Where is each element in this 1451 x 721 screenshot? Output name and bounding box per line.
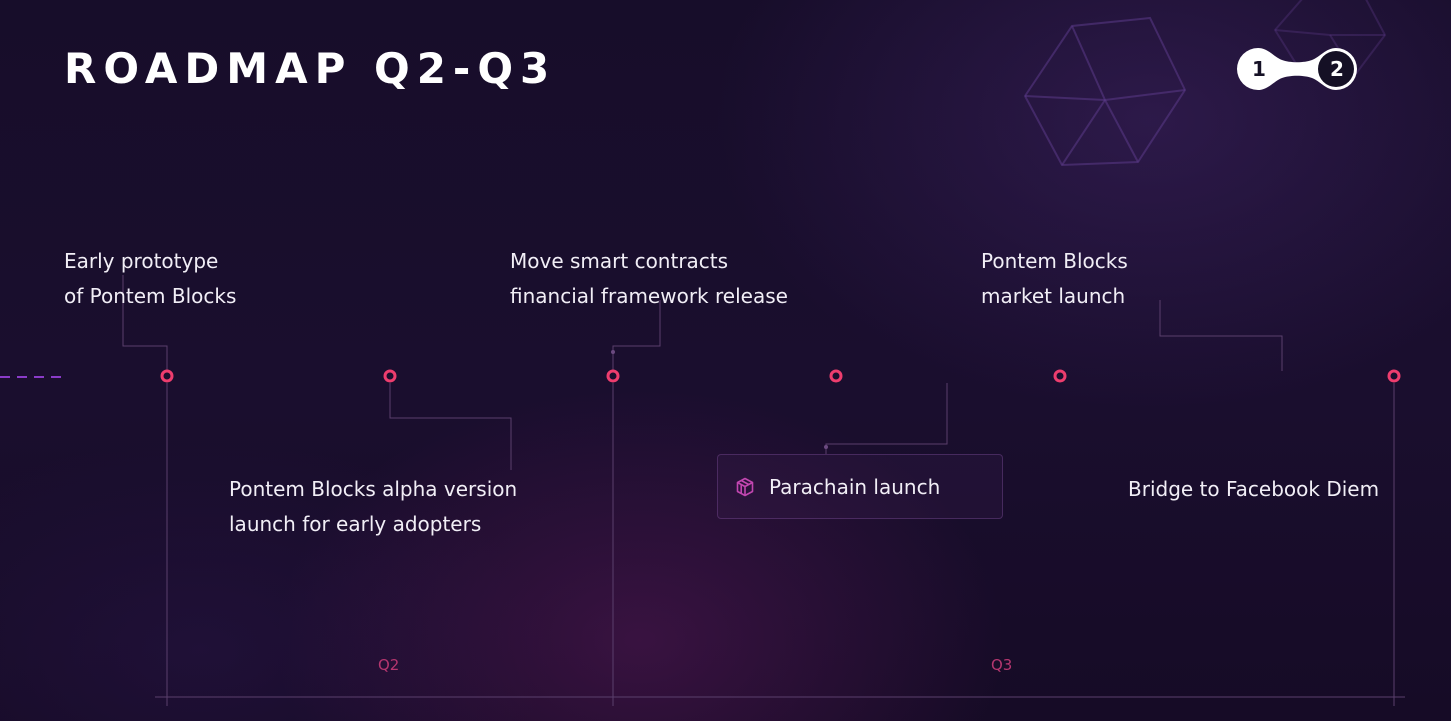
connector-market: [1159, 300, 1283, 371]
milestone-line: Early prototype: [64, 249, 219, 273]
timeline-node: [829, 369, 843, 383]
timeline-node: [1053, 369, 1067, 383]
quarter-label-q3: Q3: [991, 656, 1013, 674]
milestone-parachain-card: Parachain launch: [717, 454, 1003, 519]
milestone-line: Pontem Blocks: [981, 249, 1128, 273]
polkadot-cube-icon: [736, 477, 754, 497]
milestone-line: Pontem Blocks alpha version: [229, 477, 518, 501]
parachain-label: Parachain launch: [769, 475, 941, 499]
milestone-market-launch: Pontem Blocks market launch: [981, 244, 1128, 314]
quarter-label-q2: Q2: [378, 656, 400, 674]
connector-alpha: [389, 383, 512, 470]
milestone-bridge: Bridge to Facebook Diem: [1128, 477, 1380, 501]
milestone-line: market launch: [981, 284, 1126, 308]
roadmap-timeline: [0, 275, 1405, 706]
timeline-node: [383, 369, 397, 383]
roadmap-slide: ROADMAP Q2-Q3 1 2 Early prototype of Pon…: [0, 0, 1451, 721]
milestone-move-contracts: Move smart contracts financial framework…: [510, 244, 788, 314]
milestone-line: Move smart contracts: [510, 249, 729, 273]
timeline-node: [160, 369, 174, 383]
milestone-line: launch for early adopters: [229, 512, 482, 536]
timeline-node: [1387, 369, 1401, 383]
milestone-line: of Pontem Blocks: [64, 284, 237, 308]
milestone-early-prototype: Early prototype of Pontem Blocks: [64, 244, 236, 314]
connector-parachain: [825, 383, 948, 454]
milestone-line: financial framework release: [510, 284, 788, 308]
timeline-node: [606, 369, 620, 383]
milestone-alpha-version: Pontem Blocks alpha version launch for e…: [229, 472, 517, 542]
